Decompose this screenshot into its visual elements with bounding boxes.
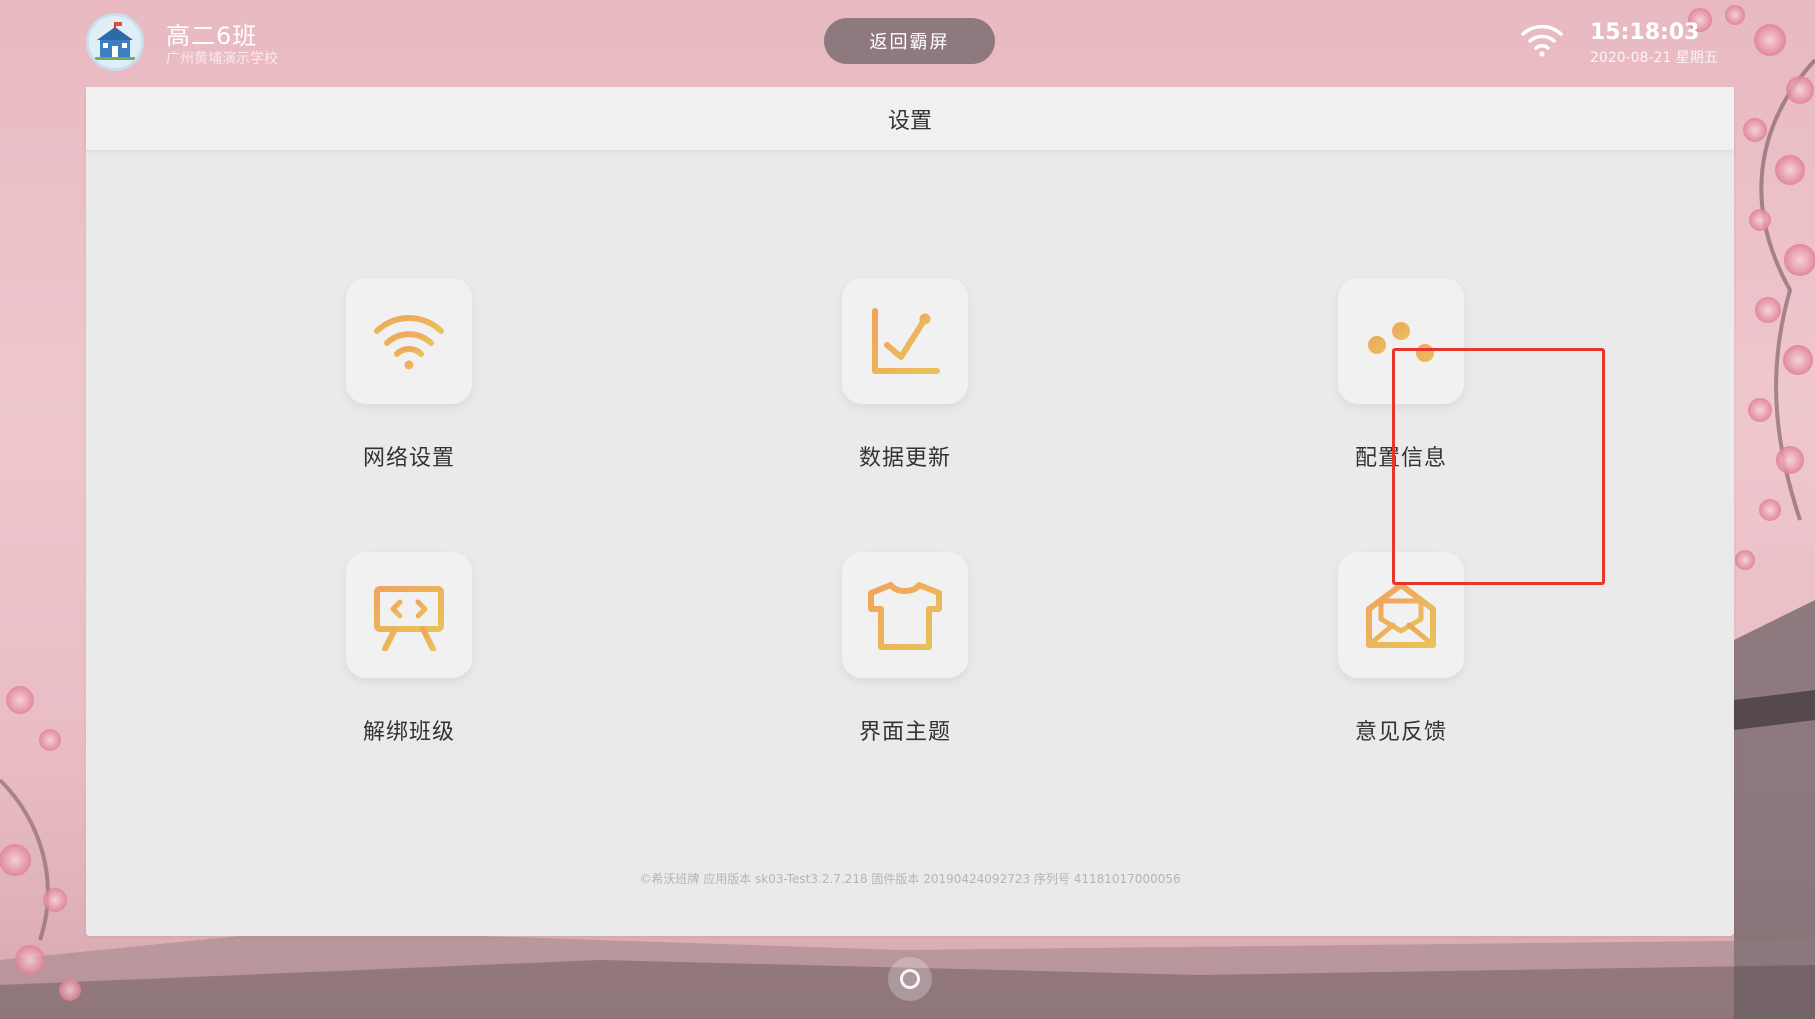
back-to-fullscreen-button[interactable]: 返回霸屏 [824, 18, 995, 64]
tile-label: 界面主题 [858, 720, 951, 745]
class-name: 高二6班 [166, 22, 258, 50]
clock-time: 15:18:03 [1590, 20, 1700, 45]
mail-icon [1366, 582, 1436, 648]
wifi-status-icon [1521, 24, 1563, 57]
page-title: 设置 [887, 108, 932, 134]
top-bar: 高二6班 广州黄埔演示学校 返回霸屏 15:18:03 2020-08-21 星… [0, 0, 1815, 86]
tile-label: 解绑班级 [362, 720, 455, 745]
wifi-icon [374, 315, 444, 370]
clock-date: 2020-08-21 星期五 [1590, 50, 1718, 66]
data-update-button[interactable] [842, 278, 968, 404]
tile-label: 数据更新 [858, 446, 951, 471]
panel-header: 设置 [86, 87, 1734, 151]
tile-network-settings[interactable]: 网络设置 [309, 278, 509, 488]
shirt-icon [868, 582, 942, 650]
tile-data-update[interactable]: 数据更新 [805, 278, 1005, 488]
school-logo [86, 13, 144, 71]
tile-unbind-class[interactable]: 解绑班级 [309, 552, 509, 762]
chart-icon [872, 308, 940, 374]
tile-interface-theme[interactable]: 界面主题 [805, 552, 1005, 762]
home-circle-icon [900, 969, 920, 989]
settings-panel: 设置 网络设置 数据更新 配置信息 解绑班级 界面主题 意见反馈 ©希沃班牌 应… [86, 87, 1734, 936]
home-button[interactable] [888, 957, 932, 1001]
tile-label: 网络设置 [362, 446, 455, 471]
school-name: 广州黄埔演示学校 [166, 51, 278, 67]
tile-label: 意见反馈 [1354, 720, 1447, 745]
selection-highlight [1392, 348, 1605, 585]
network-settings-button[interactable] [346, 278, 472, 404]
presentation-board-icon [374, 579, 444, 651]
interface-theme-button[interactable] [842, 552, 968, 678]
unbind-class-button[interactable] [346, 552, 472, 678]
version-info: ©希沃班牌 应用版本 sk03-Test3.2.7.218 固件版本 20190… [639, 872, 1181, 886]
